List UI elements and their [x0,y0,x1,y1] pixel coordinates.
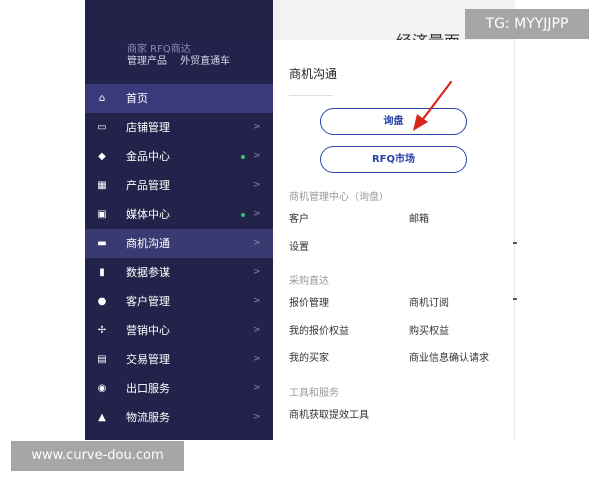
site-watermark: www.curve-dou.com [11,441,184,471]
link-mailbox[interactable]: 邮箱 [409,210,429,225]
chevron-right-icon: > [253,238,261,248]
divider [289,95,333,96]
chevron-right-icon: > [253,267,261,277]
panel-title: 商机沟通 [289,67,338,81]
clipboard-icon: ▤ [97,354,107,365]
sidebar-item-media[interactable]: ▣ 媒体中心 > [85,200,273,229]
sidebar-item-communication[interactable]: ▬ 商机沟通 > [85,229,273,258]
link-quote-management[interactable]: 报价管理 [289,294,329,309]
chart-icon: ▮ [99,267,105,278]
sidebar-item-store[interactable]: ▭ 店铺管理 > [85,113,273,142]
sidebar-item-trade[interactable]: ▤ 交易管理 > [85,345,273,374]
top-strip: 经济量面 [85,0,515,51]
sidebar-item-label: 客户管理 [126,295,170,308]
sidebar-item-customers[interactable]: ● 客户管理 > [85,287,273,316]
sidebar-item-label: 营销中心 [126,324,170,337]
chevron-right-icon: > [253,151,261,161]
link-business-info-confirm[interactable]: 商业信息确认请求 [409,349,489,364]
chevron-right-icon: > [253,412,261,422]
sidebar-item-export[interactable]: ◉ 出口服务 > [85,374,273,403]
tg-watermark: TG: MYYJJPP [465,9,589,39]
status-dot [241,155,245,159]
sidebar-item-label: 出口服务 [126,382,170,395]
shield-icon: ◆ [98,151,106,162]
link-buy-rights[interactable]: 购买权益 [409,322,449,337]
top-strip-dark [85,0,273,40]
truck-icon: ▲ [98,412,106,423]
chevron-right-icon: > [253,209,261,219]
sidebar-item-label: 产品管理 [126,179,170,192]
globe-icon: ◉ [97,383,107,394]
sublink-manage-products[interactable]: 管理产品 [127,56,167,67]
home-icon: ⌂ [98,93,106,104]
sidebar-item-data[interactable]: ▮ 数据参谋 > [85,258,273,287]
sidebar-item-label: 金品中心 [126,150,170,163]
link-opportunity-subscription[interactable]: 商机订阅 [409,294,449,309]
grid-icon: ▦ [97,180,107,191]
sidebar-item-label: 物流服务 [126,411,170,424]
sublink-trade-express[interactable]: 外贸直通车 [180,56,230,67]
sidebar-item-label: 商机沟通 [126,237,170,250]
link-customers[interactable]: 客户 [289,210,309,225]
edge-mark [513,242,517,244]
status-dot [241,213,245,217]
chevron-right-icon: > [253,354,261,364]
section-heading-tools: 工具和服务 [289,388,339,399]
sidebar-item-gold[interactable]: ◆ 金品中心 > [85,142,273,171]
chevron-right-icon: > [253,296,261,306]
chevron-right-icon: > [253,383,261,393]
inquiry-button[interactable]: 询盘 [320,108,467,135]
sidebar-item-home[interactable]: ⌂ 首页 [85,84,273,113]
chevron-right-icon: > [253,122,261,132]
link-opportunity-tools[interactable]: 商机获取提效工具 [289,406,369,421]
section-heading-sourcing: 采购直达 [289,276,329,287]
sublink-row: 管理产品 外贸直通车 [127,52,240,67]
chevron-right-icon: > [253,180,261,190]
link-my-quote-rights[interactable]: 我的报价权益 [289,322,349,337]
marketing-icon: ✢ [97,325,107,336]
sidebar-item-label: 数据参谋 [126,266,170,279]
link-settings[interactable]: 设置 [289,238,309,253]
sidebar: 商家 RFQ商达 管理产品 外贸直通车 ⌂ 首页 ▭ 店铺管理 > ◆ 金品中心… [85,40,273,440]
sidebar-item-label: 首页 [126,92,148,105]
sidebar-item-label: 交易管理 [126,353,170,366]
sidebar-menu: ⌂ 首页 ▭ 店铺管理 > ◆ 金品中心 > ▦ 产品管理 > ▣ 媒体中心 >… [85,84,273,432]
submenu-panel: 商机沟通 询盘 RFQ市场 商机管理中心（询盘） 客户 邮箱 设置 采购直达 报… [273,40,515,440]
sidebar-item-label: 店铺管理 [126,121,170,134]
media-icon: ▣ [97,209,107,220]
sidebar-item-products[interactable]: ▦ 产品管理 > [85,171,273,200]
sidebar-sublinks: 商家 RFQ商达 管理产品 外贸直通车 [85,40,273,80]
sidebar-item-label: 媒体中心 [126,208,170,221]
rfq-market-button[interactable]: RFQ市场 [320,146,467,173]
chevron-right-icon: > [253,325,261,335]
sidebar-item-logistics[interactable]: ▲ 物流服务 > [85,403,273,432]
chat-icon: ▬ [97,238,107,249]
section-heading-opportunity: 商机管理中心（询盘） [289,192,389,203]
link-my-buyers[interactable]: 我的买家 [289,349,329,364]
users-icon: ● [97,296,107,307]
edge-mark [513,298,517,300]
store-icon: ▭ [97,122,107,133]
sidebar-item-marketing[interactable]: ✢ 营销中心 > [85,316,273,345]
